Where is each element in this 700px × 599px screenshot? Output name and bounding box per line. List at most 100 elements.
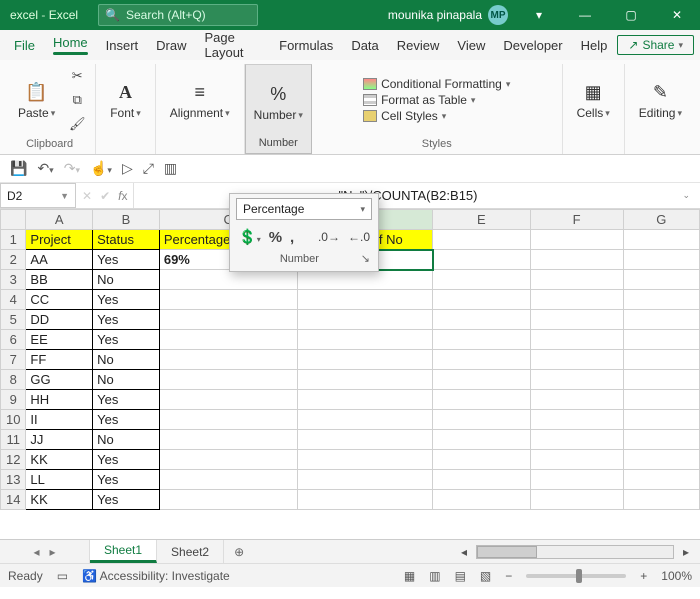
cell[interactable] xyxy=(530,450,623,470)
conditional-formatting-button[interactable]: Conditional Formatting▾ xyxy=(363,77,510,91)
expand-formula-bar-button[interactable]: ⌄ xyxy=(682,190,696,201)
cell[interactable] xyxy=(159,350,297,370)
cell[interactable] xyxy=(159,490,297,510)
row-header[interactable]: 5 xyxy=(1,310,26,330)
cell[interactable] xyxy=(433,430,530,450)
cell[interactable] xyxy=(530,370,623,390)
qat-item-2[interactable]: ⤢ xyxy=(143,160,154,177)
sheet-tab-sheet2[interactable]: Sheet2 xyxy=(157,540,224,563)
cell[interactable] xyxy=(433,390,530,410)
new-sheet-button[interactable]: ⊕ xyxy=(224,540,254,563)
cell[interactable] xyxy=(433,410,530,430)
alignment-button[interactable]: ≡ Alignment▾ xyxy=(164,78,236,122)
cell[interactable]: Yes xyxy=(93,310,160,330)
cell[interactable]: LL xyxy=(26,470,93,490)
cell[interactable] xyxy=(623,450,699,470)
cell[interactable] xyxy=(297,450,433,470)
tab-data[interactable]: Data xyxy=(343,34,386,57)
increase-decimal-button[interactable]: .0→ xyxy=(318,230,340,244)
cell[interactable] xyxy=(297,490,433,510)
minimize-button[interactable]: — xyxy=(562,0,608,30)
cell[interactable] xyxy=(297,270,433,290)
touch-mode-button[interactable]: ☝▾ xyxy=(90,160,112,177)
cell[interactable]: Yes xyxy=(93,470,160,490)
tab-draw[interactable]: Draw xyxy=(148,34,194,57)
cell[interactable]: Yes xyxy=(93,490,160,510)
cell[interactable] xyxy=(297,370,433,390)
cell[interactable] xyxy=(297,310,433,330)
format-painter-button[interactable]: 🖌 xyxy=(67,114,87,134)
col-header-B[interactable]: B xyxy=(93,210,160,230)
cell[interactable] xyxy=(623,470,699,490)
cell[interactable] xyxy=(159,370,297,390)
number-format-button[interactable]: % Number▾ xyxy=(248,80,309,124)
cell[interactable] xyxy=(530,250,623,270)
cell[interactable] xyxy=(159,310,297,330)
cell[interactable] xyxy=(297,290,433,310)
cell-styles-button[interactable]: Cell Styles▾ xyxy=(363,109,446,123)
zoom-slider[interactable] xyxy=(526,574,626,578)
row-header[interactable]: 6 xyxy=(1,330,26,350)
tab-page-layout[interactable]: Page Layout xyxy=(197,26,270,64)
row-header[interactable]: 8 xyxy=(1,370,26,390)
col-header-G[interactable]: G xyxy=(623,210,699,230)
cell[interactable] xyxy=(623,490,699,510)
cell[interactable]: Yes xyxy=(93,410,160,430)
sheet-nav-next-icon[interactable]: ▸ xyxy=(50,545,56,559)
cell[interactable]: CC xyxy=(26,290,93,310)
cell[interactable] xyxy=(623,410,699,430)
cell[interactable] xyxy=(433,450,530,470)
scroll-left-button[interactable]: ◂ xyxy=(456,545,472,559)
col-header-A[interactable]: A xyxy=(26,210,93,230)
tab-home[interactable]: Home xyxy=(45,31,96,59)
save-button[interactable]: 💾 xyxy=(10,160,27,177)
row-header[interactable]: 9 xyxy=(1,390,26,410)
view-page-break-button[interactable]: ▧ xyxy=(480,569,491,583)
cell[interactable] xyxy=(159,470,297,490)
sheet-tab-sheet1[interactable]: Sheet1 xyxy=(90,540,157,563)
dialog-launcher-button[interactable]: ↘ xyxy=(361,252,370,265)
cell[interactable]: BB xyxy=(26,270,93,290)
cell[interactable] xyxy=(623,390,699,410)
view-page-layout-button[interactable]: ▤ xyxy=(455,569,466,583)
cell[interactable] xyxy=(623,330,699,350)
cells-button[interactable]: ▦ Cells▾ xyxy=(571,78,616,122)
cell[interactable] xyxy=(159,290,297,310)
tab-help[interactable]: Help xyxy=(573,34,616,57)
decrease-decimal-button[interactable]: ←.0 xyxy=(348,230,370,244)
name-box[interactable]: D2 ▼ xyxy=(0,183,76,208)
cell[interactable]: Yes xyxy=(93,450,160,470)
cell[interactable] xyxy=(433,350,530,370)
tab-file[interactable]: File xyxy=(6,34,43,57)
row-header[interactable]: 4 xyxy=(1,290,26,310)
cell[interactable]: Yes xyxy=(93,250,160,270)
cell[interactable]: Yes xyxy=(93,390,160,410)
tab-formulas[interactable]: Formulas xyxy=(271,34,341,57)
cell[interactable] xyxy=(530,470,623,490)
cell[interactable] xyxy=(530,230,623,250)
close-button[interactable]: ✕ xyxy=(654,0,700,30)
cell[interactable] xyxy=(530,350,623,370)
cell[interactable] xyxy=(530,270,623,290)
editing-button[interactable]: ✎ Editing▾ xyxy=(633,78,688,122)
cell[interactable]: II xyxy=(26,410,93,430)
cell[interactable] xyxy=(623,370,699,390)
row-header[interactable]: 1 xyxy=(1,230,26,250)
cell[interactable]: GG xyxy=(26,370,93,390)
cell[interactable]: HH xyxy=(26,390,93,410)
share-button[interactable]: ↗ Share ▾ xyxy=(617,35,694,55)
row-header[interactable]: 12 xyxy=(1,450,26,470)
tab-developer[interactable]: Developer xyxy=(495,34,570,57)
cell[interactable] xyxy=(159,410,297,430)
cell[interactable]: FF xyxy=(26,350,93,370)
sheet-nav-prev-icon[interactable]: ◂ xyxy=(33,545,39,559)
cell[interactable]: No xyxy=(93,350,160,370)
undo-button[interactable]: ↶▾ xyxy=(37,160,53,177)
cell[interactable] xyxy=(433,490,530,510)
cell[interactable] xyxy=(297,350,433,370)
cell[interactable] xyxy=(623,250,699,270)
qat-item-1[interactable]: ▷ xyxy=(122,160,133,177)
scroll-thumb[interactable] xyxy=(477,546,537,558)
cancel-formula-button[interactable]: ✕ xyxy=(82,189,92,203)
accessibility-button[interactable]: ♿ Accessibility: Investigate xyxy=(82,569,230,583)
